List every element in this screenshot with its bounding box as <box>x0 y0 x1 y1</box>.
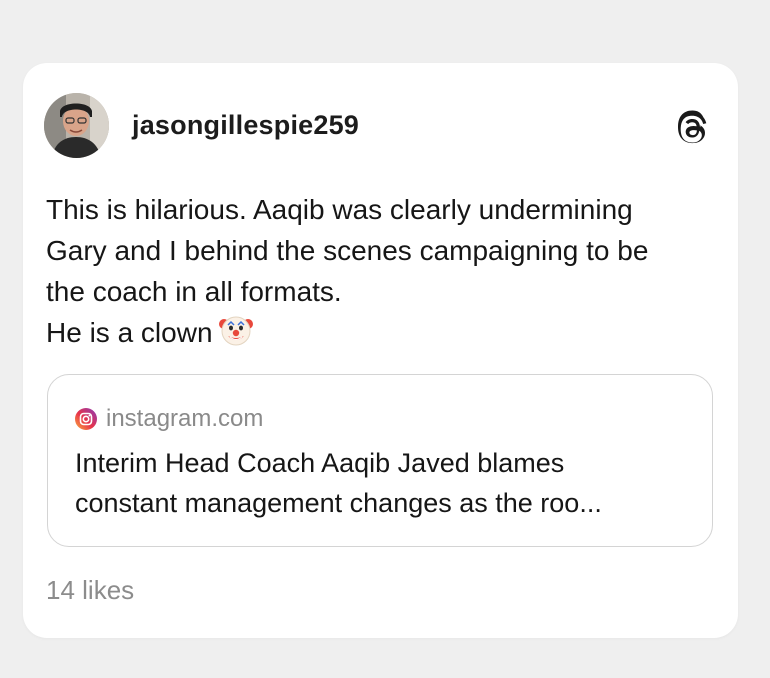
clown-face-icon <box>218 316 253 346</box>
post-text-line: Gary and I behind the scenes campaigning… <box>46 235 649 266</box>
avatar[interactable] <box>44 93 109 158</box>
link-source-domain: instagram.com <box>106 405 264 432</box>
threads-logo-icon[interactable] <box>674 110 710 148</box>
post-text-line: the coach in all formats. <box>46 276 342 307</box>
post-body: This is hilarious. Aaqib was clearly und… <box>46 189 718 353</box>
post-text-line: This is hilarious. Aaqib was clearly und… <box>46 194 633 225</box>
username[interactable]: jasongillespie259 <box>132 110 359 141</box>
link-source: instagram.com <box>74 405 263 433</box>
link-preview-card[interactable]: instagram.com Interim Head Coach Aaqib J… <box>47 374 713 547</box>
link-title-line: constant management changes as the roo..… <box>75 488 602 518</box>
post-header: jasongillespie259 <box>23 63 738 193</box>
instagram-icon <box>75 408 97 430</box>
link-preview-title: Interim Head Coach Aaqib Javed blames co… <box>75 443 695 523</box>
post-text-line-last: He is a clown <box>46 312 718 353</box>
post-text-line: He is a clown <box>46 317 213 348</box>
likes-count[interactable]: 14 likes <box>46 575 134 606</box>
post-card[interactable]: jasongillespie259 This is hilarious. Aaq… <box>23 63 738 638</box>
link-title-line: Interim Head Coach Aaqib Javed blames <box>75 448 565 478</box>
